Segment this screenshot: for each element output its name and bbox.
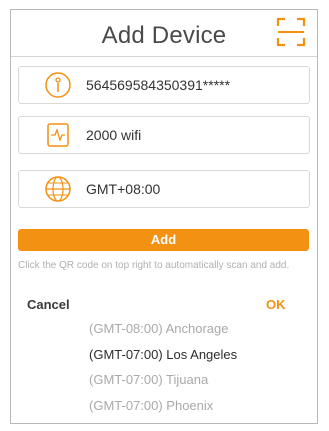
page-title: Add Device <box>101 22 227 49</box>
add-button[interactable]: Add <box>18 229 309 251</box>
wifi-field[interactable]: 2000 wifi <box>18 116 310 154</box>
timezone-field[interactable]: GMT+08:00 <box>18 170 310 208</box>
serial-number-field[interactable]: 564569584350391***** <box>18 66 310 104</box>
qr-hint-text: Click the QR code on top right to automa… <box>18 260 290 271</box>
timezone-option-selected[interactable]: (GMT-07:00) Los Angeles <box>89 347 237 362</box>
cancel-button[interactable]: Cancel <box>27 297 70 312</box>
serial-number-icon <box>45 72 71 98</box>
add-device-panel: Add Device 564569584350391***** 2000 wif… <box>10 9 318 424</box>
timezone-option[interactable]: (GMT-07:00) Tijuana <box>89 372 208 387</box>
qr-scan-icon[interactable] <box>276 17 306 47</box>
serial-number-value: 564569584350391***** <box>86 77 231 93</box>
timezone-option[interactable]: (GMT-07:00) Phoenix <box>89 398 213 413</box>
timezone-value: GMT+08:00 <box>86 181 161 197</box>
wifi-name-value: 2000 wifi <box>86 127 142 143</box>
globe-icon <box>45 176 71 202</box>
timezone-option[interactable]: (GMT-08:00) Anchorage <box>89 321 228 336</box>
timezone-picker-toolbar: Cancel OK <box>11 297 317 319</box>
ok-button[interactable]: OK <box>266 297 286 312</box>
header: Add Device <box>11 10 317 57</box>
wifi-network-icon <box>47 123 69 147</box>
